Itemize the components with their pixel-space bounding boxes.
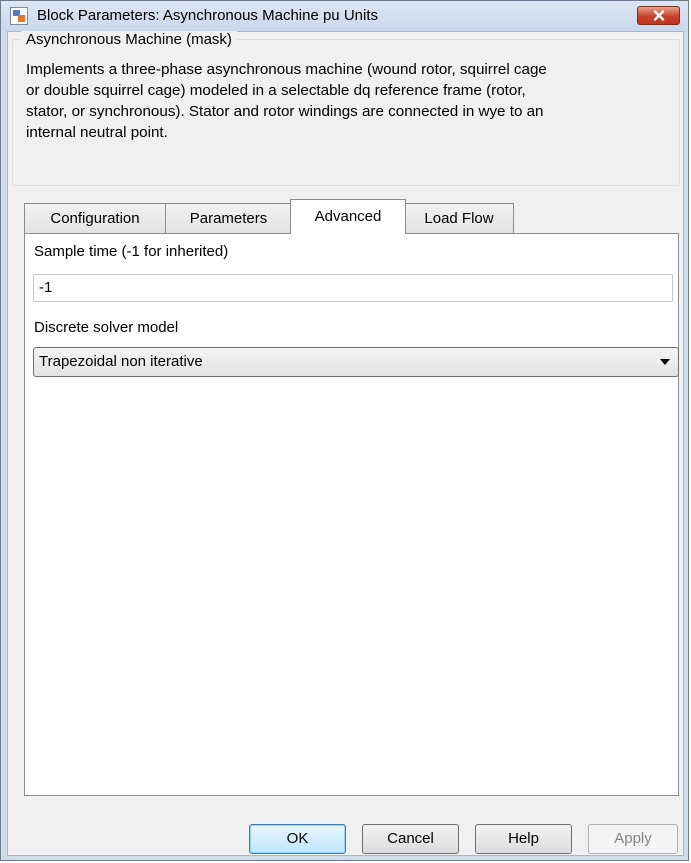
chevron-down-icon xyxy=(660,359,670,365)
mask-title: Asynchronous Machine (mask) xyxy=(21,31,237,48)
description-line: stator, or synchronous). Stator and roto… xyxy=(26,103,544,120)
mask-description-group: Asynchronous Machine (mask) Implements a… xyxy=(12,31,680,186)
block-parameters-dialog: Block Parameters: Asynchronous Machine p… xyxy=(0,0,689,861)
sample-time-label: Sample time (-1 for inherited) xyxy=(34,243,229,260)
dialog-client-area: Asynchronous Machine (mask) Implements a… xyxy=(7,31,684,856)
close-icon xyxy=(653,10,664,21)
help-button[interactable]: Help xyxy=(475,824,572,854)
advanced-tab-panel: Sample time (-1 for inherited) -1 Discre… xyxy=(24,233,679,796)
simulink-block-icon xyxy=(10,7,28,25)
description-line: internal neutral point. xyxy=(26,124,168,141)
tab-load-flow[interactable]: Load Flow xyxy=(404,203,514,233)
cancel-button[interactable]: Cancel xyxy=(362,824,459,854)
solver-model-value: Trapezoidal non iterative xyxy=(39,353,203,370)
solver-model-select[interactable]: Trapezoidal non iterative xyxy=(33,347,679,377)
sample-time-input[interactable]: -1 xyxy=(33,274,673,302)
window-title: Block Parameters: Asynchronous Machine p… xyxy=(37,7,378,24)
tab-configuration[interactable]: Configuration xyxy=(24,203,166,233)
ok-button[interactable]: OK xyxy=(249,824,346,854)
apply-button[interactable]: Apply xyxy=(588,824,678,854)
solver-model-label: Discrete solver model xyxy=(34,319,179,336)
mask-description: Implements a three-phase asynchronous ma… xyxy=(26,59,676,143)
title-bar[interactable]: Block Parameters: Asynchronous Machine p… xyxy=(1,1,688,31)
close-button[interactable] xyxy=(637,6,680,25)
tab-advanced[interactable]: Advanced xyxy=(290,199,406,234)
tab-parameters[interactable]: Parameters xyxy=(165,203,292,233)
description-line: Implements a three-phase asynchronous ma… xyxy=(26,61,547,78)
description-line: or double squirrel cage) modeled in a se… xyxy=(26,82,526,99)
